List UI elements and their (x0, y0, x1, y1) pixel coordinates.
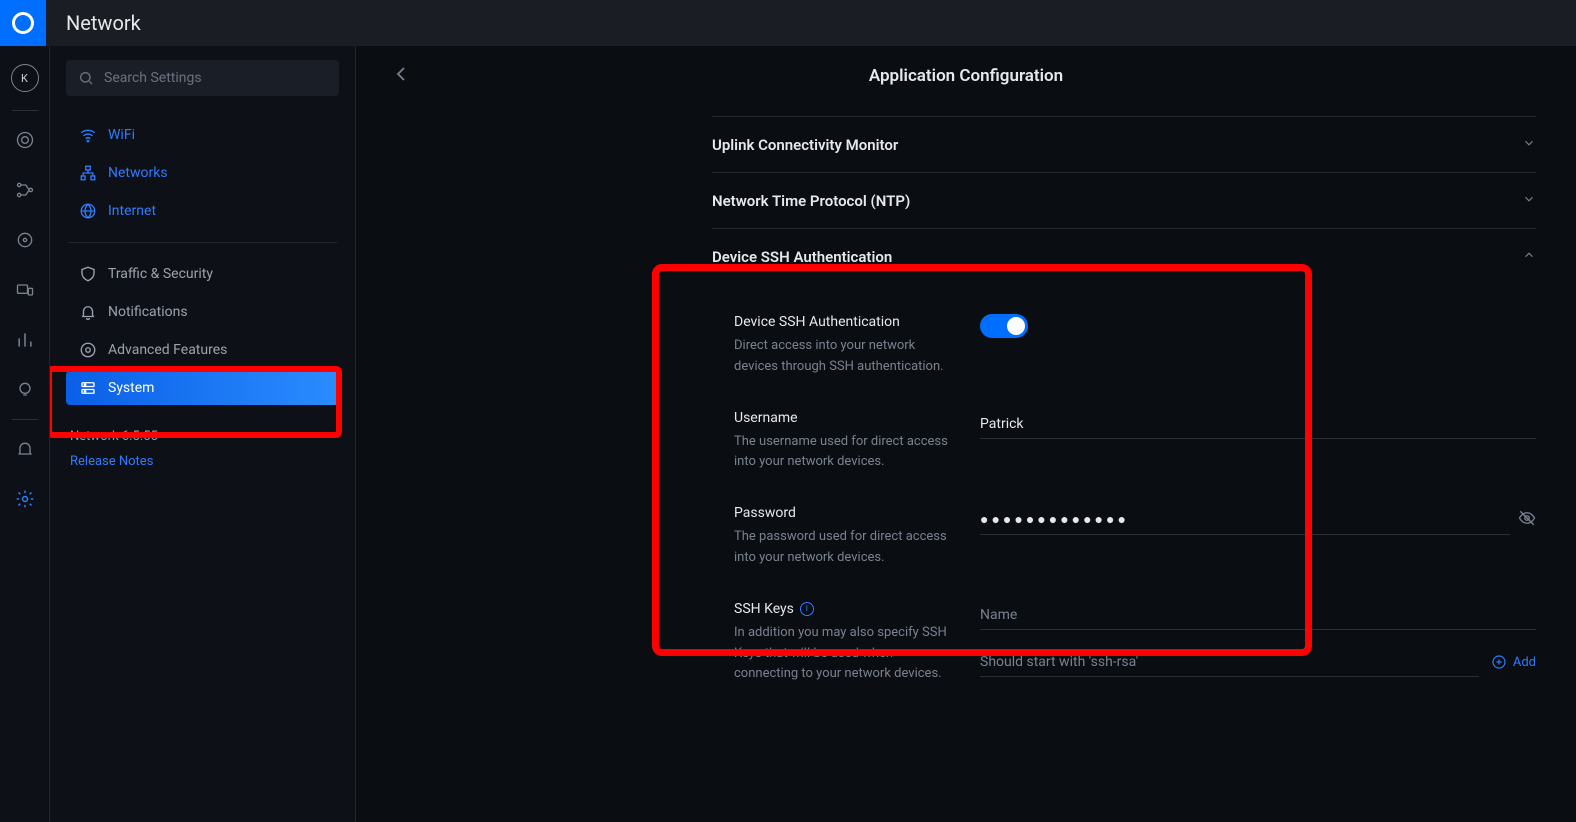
advanced-icon (76, 341, 100, 359)
networks-icon (76, 164, 100, 182)
system-icon (76, 379, 100, 397)
chevron-down-icon (1522, 135, 1536, 154)
section-ntp[interactable]: Network Time Protocol (NTP) (712, 172, 1536, 228)
info-icon[interactable]: i (800, 602, 814, 616)
sshkey-value-input[interactable] (980, 648, 1479, 677)
rail-avatar-k[interactable]: K (11, 64, 39, 92)
ssh-toggle[interactable] (980, 314, 1028, 338)
rail-bell-icon[interactable] (14, 438, 36, 460)
app-title: Network (66, 11, 141, 35)
add-sshkey-button[interactable]: Add (1491, 654, 1536, 670)
sshkey-name-input[interactable] (980, 601, 1536, 630)
password-input[interactable]: ●●●●●●●●●●●●● (980, 505, 1510, 535)
wifi-icon (76, 126, 100, 144)
rail-topology-icon[interactable] (14, 179, 36, 201)
globe-icon (76, 202, 100, 220)
section-title: Uplink Connectivity Monitor (712, 136, 898, 154)
sidebar-item-system[interactable]: System (66, 371, 339, 405)
password-desc: The password used for direct access into… (734, 527, 960, 569)
section-uplink[interactable]: Uplink Connectivity Monitor (712, 116, 1536, 172)
rail-stats-icon[interactable] (14, 329, 36, 351)
sidebar-item-label: Internet (108, 203, 156, 219)
username-desc: The username used for direct access into… (734, 432, 960, 474)
sidebar-item-notifications[interactable]: Notifications (66, 295, 339, 329)
username-input[interactable] (980, 410, 1536, 439)
settings-sidebar: WiFi Networks Internet Traffic & Securit… (50, 46, 356, 822)
sidebar-item-label: WiFi (108, 127, 135, 143)
chevron-down-icon (1522, 191, 1536, 210)
section-title: Network Time Protocol (NTP) (712, 192, 910, 210)
username-label: Username (734, 410, 960, 426)
sshkeys-label: SSH Keys i (734, 601, 960, 617)
section-title: Device SSH Authentication (712, 248, 892, 266)
ssh-toggle-desc: Direct access into your network devices … (734, 336, 960, 378)
rail-circle-icon[interactable] (14, 229, 36, 251)
back-button[interactable] (396, 66, 406, 86)
sshkeys-desc: In addition you may also specify SSH Key… (734, 623, 960, 685)
sidebar-item-internet[interactable]: Internet (66, 194, 339, 228)
icon-rail: K (0, 46, 50, 822)
bell-icon (76, 303, 100, 321)
eye-off-icon[interactable] (1518, 509, 1536, 531)
sidebar-item-label: Traffic & Security (108, 266, 213, 282)
plus-circle-icon (1491, 654, 1507, 670)
release-notes-link[interactable]: Release Notes (70, 454, 335, 469)
rail-bulb-icon[interactable] (14, 379, 36, 401)
rail-devices-icon[interactable] (14, 279, 36, 301)
search-icon (78, 70, 94, 86)
sidebar-item-label: Networks (108, 165, 168, 181)
version-text: Network 6.5.55 (70, 429, 335, 444)
search-box[interactable] (66, 60, 339, 96)
page-title: Application Configuration (869, 66, 1063, 86)
sidebar-item-wifi[interactable]: WiFi (66, 118, 339, 152)
shield-icon (76, 265, 100, 283)
password-label: Password (734, 505, 960, 521)
rail-radar-icon[interactable] (14, 129, 36, 151)
ssh-section-body: Device SSH Authentication Direct access … (712, 284, 1536, 721)
logo[interactable] (0, 0, 46, 46)
rail-gear-icon[interactable] (14, 488, 36, 510)
search-input[interactable] (104, 70, 327, 86)
section-ssh-auth[interactable]: Device SSH Authentication (712, 228, 1536, 284)
sidebar-item-label: System (108, 380, 154, 396)
sidebar-item-networks[interactable]: Networks (66, 156, 339, 190)
sidebar-item-traffic-security[interactable]: Traffic & Security (66, 257, 339, 291)
sidebar-item-advanced-features[interactable]: Advanced Features (66, 333, 339, 367)
chevron-up-icon (1522, 247, 1536, 266)
main-content: Application Configuration Uplink Connect… (356, 46, 1576, 822)
topbar: Network (0, 0, 1576, 46)
sidebar-item-label: Notifications (108, 304, 188, 320)
ssh-toggle-label: Device SSH Authentication (734, 314, 960, 330)
sidebar-item-label: Advanced Features (108, 342, 227, 358)
